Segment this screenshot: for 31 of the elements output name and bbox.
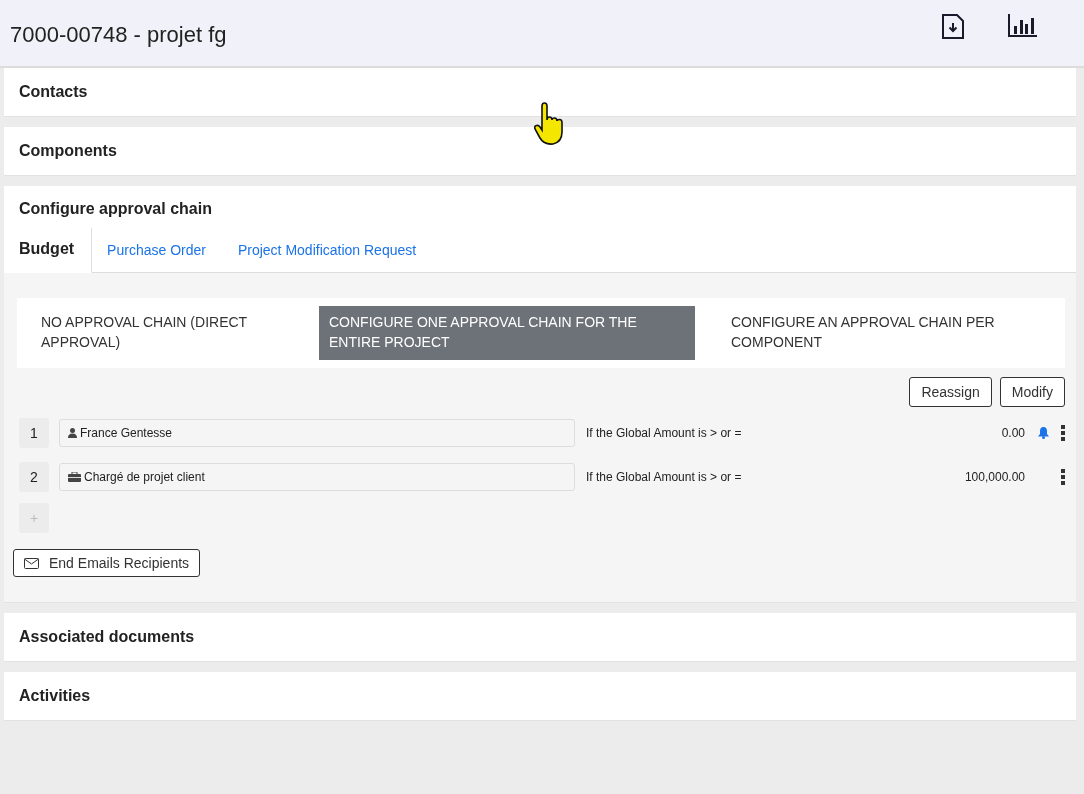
briefcase-icon: [68, 472, 81, 482]
person-icon: [68, 428, 77, 438]
section-header[interactable]: Activities: [4, 672, 1076, 721]
tab[interactable]: Budget: [4, 228, 93, 273]
approver-field[interactable]: France Gentesse: [59, 419, 575, 447]
section-header[interactable]: Components: [4, 127, 1076, 176]
section-title: Configure approval chain: [18, 199, 213, 219]
tab[interactable]: Project Modification Request: [222, 228, 434, 273]
step-number: 1: [19, 418, 49, 448]
file-download-icon[interactable]: [942, 14, 964, 39]
step-number: 2: [19, 462, 49, 492]
approver-field[interactable]: Chargé de projet client: [59, 463, 575, 491]
email-recipients-button[interactable]: End Emails Recipients: [13, 549, 201, 577]
more-options-icon[interactable]: [1061, 425, 1065, 441]
approval-option[interactable]: CONFIGURE AN APPROVAL CHAIN PER COMPONENT: [711, 306, 1051, 360]
action-button[interactable]: Modify: [999, 377, 1065, 407]
bell-icon[interactable]: [1037, 427, 1049, 439]
page-title: 7000-00748 - projet fg: [10, 21, 228, 48]
section-header[interactable]: Contacts: [4, 68, 1076, 117]
more-options-icon[interactable]: [1061, 469, 1065, 485]
condition-text: If the Global Amount is > or =: [586, 470, 743, 484]
bar-chart-icon[interactable]: [1008, 14, 1038, 38]
approval-option[interactable]: NO APPROVAL CHAIN (DIRECT APPROVAL): [21, 306, 303, 360]
envelope-icon: [24, 557, 39, 569]
tab[interactable]: Purchase Order: [92, 228, 223, 273]
amount-text: 0.00: [1000, 426, 1025, 440]
approval-option[interactable]: CONFIGURE ONE APPROVAL CHAIN FOR THE ENTIRE PROJECT: [319, 306, 695, 360]
amount-text: 100,000.00: [963, 470, 1025, 484]
condition-text: If the Global Amount is > or =: [586, 426, 743, 440]
action-button[interactable]: Reassign: [909, 377, 992, 407]
section-header[interactable]: Associated documents: [4, 613, 1076, 662]
